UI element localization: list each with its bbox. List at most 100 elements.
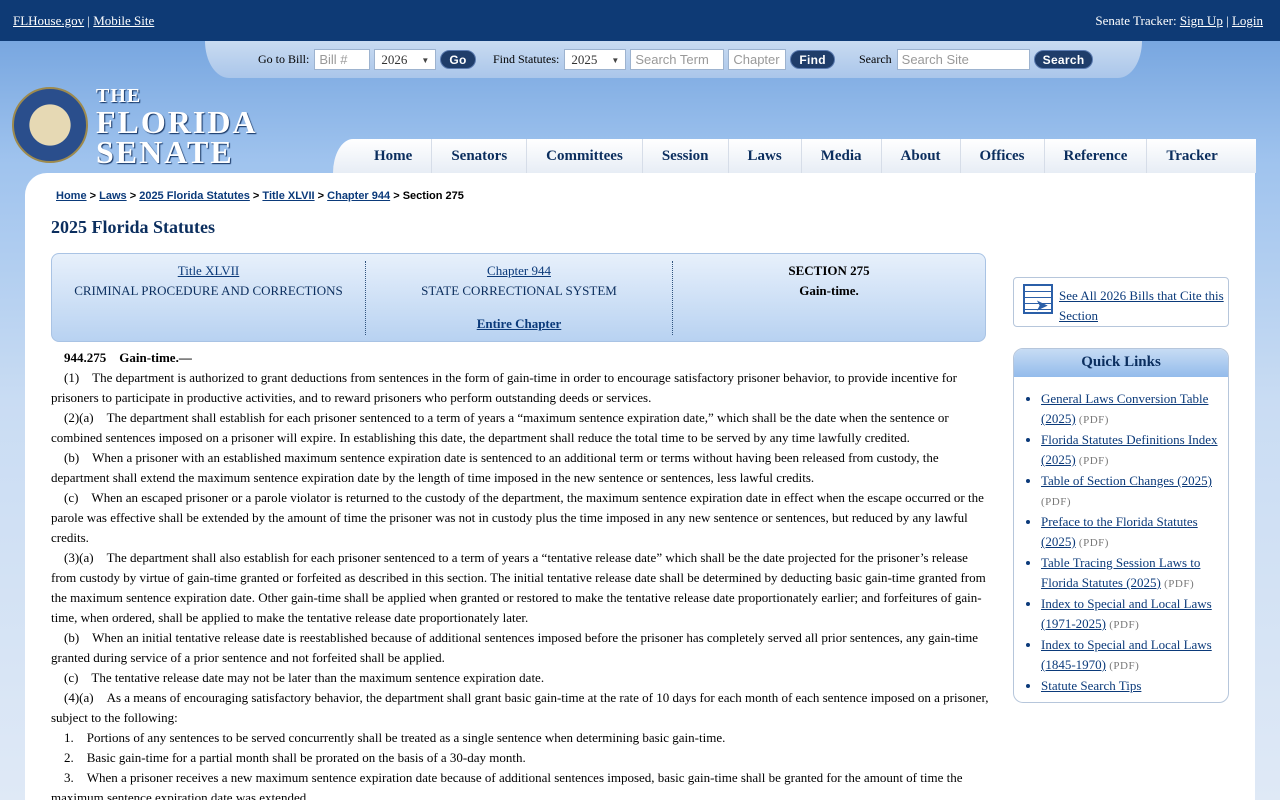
pdf-label: (PDF) — [1041, 496, 1072, 508]
nav-about[interactable]: About — [882, 139, 961, 173]
statute-paragraph: (3)(a) The department shall also establi… — [51, 550, 986, 625]
quick-link-item: Table of Section Changes (2025) (PDF) — [1041, 471, 1221, 512]
top-bar-right: Senate Tracker: Sign Up | Login — [1095, 13, 1263, 29]
goto-bill-group: Go to Bill: Bill # 2026 ▼ Go — [258, 49, 476, 70]
statute-paragraph: (1) The department is authorized to gran… — [51, 370, 957, 405]
logo-senate: SENATE — [96, 134, 234, 170]
statute-paragraph: 3. When a prisoner receives a new maximu… — [51, 770, 963, 800]
quick-link-item: Preface to the Florida Statutes (2025) (… — [1041, 512, 1221, 553]
bill-number-input[interactable]: Bill # — [314, 49, 371, 70]
florida-senate-logo[interactable]: THE FLORIDA SENATE — [12, 85, 256, 170]
quick-links-list: General Laws Conversion Table (2025) (PD… — [1014, 389, 1228, 696]
nav-senators[interactable]: Senators — [432, 139, 528, 173]
quick-link-item: Table Tracing Session Laws to Florida St… — [1041, 553, 1221, 594]
title-link[interactable]: Title XLVII — [178, 263, 240, 278]
statute-paragraph: (c) The tentative release date may not b… — [64, 670, 545, 685]
nav-tracker[interactable]: Tracker — [1147, 139, 1236, 173]
find-button[interactable]: Find — [790, 50, 835, 69]
statute-paragraph: (c) When an escaped prisoner or a parole… — [51, 490, 984, 545]
mobile-site-link[interactable]: Mobile Site — [93, 13, 154, 28]
nav-offices[interactable]: Offices — [961, 139, 1045, 173]
breadcrumb: Home > Laws > 2025 Florida Statutes > Ti… — [56, 190, 464, 202]
pdf-label: (PDF) — [1078, 414, 1109, 426]
search-button[interactable]: Search — [1033, 50, 1094, 69]
breadcrumb-sep: > — [317, 190, 325, 202]
breadcrumb-title[interactable]: Title XLVII — [262, 190, 314, 202]
quick-link[interactable]: Florida Statutes Definitions Index (2025… — [1041, 432, 1218, 467]
statute-heading: 944.275 Gain-time.— — [51, 348, 991, 368]
nav-laws[interactable]: Laws — [729, 139, 802, 173]
quick-link-item: General Laws Conversion Table (2025) (PD… — [1041, 389, 1221, 430]
quick-link[interactable]: Statute Search Tips — [1041, 678, 1141, 693]
search-label: Search — [859, 52, 892, 66]
bills-cite-box: ➤ See All 2026 Bills that Cite this Sect… — [1013, 277, 1229, 327]
nav-media[interactable]: Media — [802, 139, 882, 173]
senate-seal-icon — [12, 87, 88, 163]
statute-paragraph: (b) When an initial tentative release da… — [51, 630, 978, 665]
nav-reference[interactable]: Reference — [1045, 139, 1148, 173]
chapter-input[interactable]: Chapter — [728, 49, 787, 70]
statute-paragraph: 2. Basic gain-time for a partial month s… — [64, 750, 526, 765]
statute-year-select[interactable]: 2025 ▼ — [564, 49, 627, 70]
statute-paragraph: 1. Portions of any sentences to be serve… — [64, 730, 726, 745]
breadcrumb-statutes[interactable]: 2025 Florida Statutes — [139, 190, 250, 202]
find-statutes-label: Find Statutes: — [493, 52, 560, 66]
pdf-label: (PDF) — [1109, 660, 1140, 672]
bill-year-value: 2026 — [381, 52, 408, 67]
pdf-label: (PDF) — [1109, 619, 1140, 631]
statute-text: 944.275 Gain-time.— (1) The department i… — [51, 348, 991, 800]
bills-cite-link[interactable]: See All 2026 Bills that Cite this Sectio… — [1059, 286, 1224, 326]
login-link[interactable]: Login — [1232, 13, 1263, 28]
breadcrumb-sep: > — [89, 190, 97, 202]
pdf-label: (PDF) — [1164, 578, 1195, 590]
senate-tracker-label: Senate Tracker: — [1095, 13, 1177, 28]
quick-links-heading: Quick Links — [1014, 349, 1228, 377]
bill-year-select[interactable]: 2026 ▼ — [374, 49, 437, 70]
pdf-label: (PDF) — [1078, 537, 1109, 549]
breadcrumb-sep: > — [252, 190, 260, 202]
title-column: Title XLVII CRIMINAL PROCEDURE AND CORRE… — [52, 261, 365, 301]
search-term-input[interactable]: Search Term — [630, 49, 725, 70]
quick-link-item: Statute Search Tips — [1041, 676, 1221, 696]
breadcrumb-chapter[interactable]: Chapter 944 — [327, 190, 390, 202]
nav-committees[interactable]: Committees — [527, 139, 643, 173]
section-label: SECTION 275 — [788, 263, 870, 278]
statute-year-value: 2025 — [571, 52, 598, 67]
top-bar-separator-2: | — [1226, 13, 1229, 28]
chapter-name: STATE CORRECTIONAL SYSTEM — [421, 283, 617, 298]
quick-link[interactable]: General Laws Conversion Table (2025) — [1041, 391, 1208, 426]
section-catchline: Gain-time.— — [119, 350, 192, 365]
section-name: Gain-time. — [799, 283, 859, 298]
quick-link-item: Index to Special and Local Laws (1845-19… — [1041, 635, 1221, 676]
site-search-input[interactable]: Search Site — [896, 49, 1030, 70]
flhouse-link[interactable]: FLHouse.gov — [13, 13, 84, 28]
chapter-column: Chapter 944 STATE CORRECTIONAL SYSTEM En… — [365, 261, 672, 335]
chapter-link[interactable]: Chapter 944 — [487, 263, 551, 278]
top-bar-separator: | — [87, 13, 90, 28]
chevron-down-icon: ▼ — [611, 56, 620, 65]
entire-chapter-link[interactable]: Entire Chapter — [366, 314, 672, 334]
sign-up-link[interactable]: Sign Up — [1180, 13, 1223, 28]
arrow-icon: ➤ — [1036, 299, 1048, 314]
go-button[interactable]: Go — [440, 50, 476, 69]
title-name: CRIMINAL PROCEDURE AND CORRECTIONS — [74, 283, 343, 298]
chevron-down-icon: ▼ — [421, 56, 430, 65]
nav-home[interactable]: Home — [355, 139, 433, 173]
top-bar: FLHouse.gov | Mobile Site Senate Tracker… — [0, 0, 1280, 41]
breadcrumb-current: Section 275 — [402, 190, 464, 202]
statute-paragraph: (4)(a) As a means of encouraging satisfa… — [51, 690, 989, 725]
goto-bill-label: Go to Bill: — [258, 52, 310, 66]
statute-header-box: Title XLVII CRIMINAL PROCEDURE AND CORRE… — [51, 253, 986, 342]
breadcrumb-home[interactable]: Home — [56, 190, 87, 202]
quick-link-item: Florida Statutes Definitions Index (2025… — [1041, 430, 1221, 471]
search-strip: Go to Bill: Bill # 2026 ▼ Go Find Statut… — [205, 41, 1142, 78]
quick-link-item: Index to Special and Local Laws (1971-20… — [1041, 594, 1221, 635]
statute-paragraph: (2)(a) The department shall establish fo… — [51, 410, 949, 445]
breadcrumb-laws[interactable]: Laws — [99, 190, 127, 202]
site-search-group: Search Search Site Search — [859, 49, 1094, 70]
quick-link[interactable]: Table of Section Changes (2025) — [1041, 473, 1212, 488]
breadcrumb-sep: > — [393, 190, 400, 202]
quick-link[interactable]: Preface to the Florida Statutes (2025) — [1041, 514, 1198, 549]
nav-session[interactable]: Session — [643, 139, 729, 173]
quick-links-box: Quick Links General Laws Conversion Tabl… — [1013, 348, 1229, 703]
